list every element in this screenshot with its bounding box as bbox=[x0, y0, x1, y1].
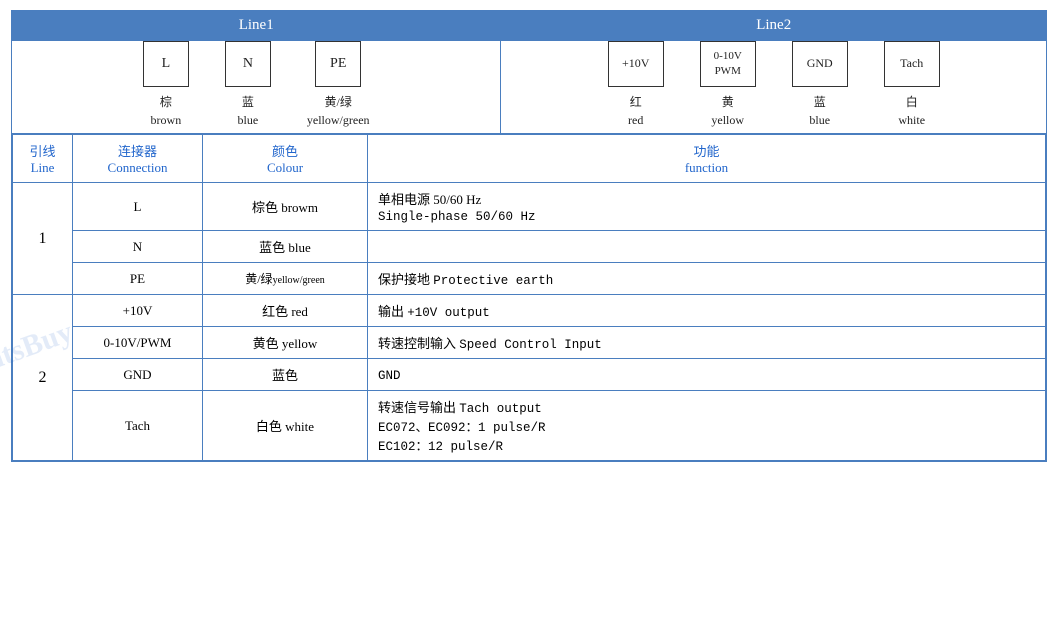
connector-label-10v: 红red bbox=[628, 93, 643, 129]
table-header-row: 引线 Line 连接器 Connection 颜色 Colour bbox=[13, 135, 1046, 183]
col-header-function: 功能 function bbox=[368, 135, 1046, 183]
table-row: PE 黄/绿yellow/green 保护接地 Protective earth bbox=[13, 263, 1046, 295]
table-row: N 蓝色 blue bbox=[13, 231, 1046, 263]
col-header-line: 引线 Line bbox=[13, 135, 73, 183]
line1-diagram: L 棕brown N 蓝blue PE 黄/绿yellow/green bbox=[12, 41, 501, 134]
connector-box-L: L bbox=[143, 41, 189, 87]
conn-PE: PE bbox=[73, 263, 203, 295]
connector-box-N: N bbox=[225, 41, 271, 87]
connector-gnd: GND 蓝blue bbox=[792, 41, 848, 129]
table-row: GND 蓝色 GND bbox=[13, 359, 1046, 391]
color-yellow: 黄色 yellow bbox=[203, 327, 368, 359]
data-section: 引线 Line 连接器 Connection 颜色 Colour bbox=[12, 134, 1047, 462]
connector-label-N: 蓝blue bbox=[238, 93, 259, 129]
line2-diagram: +10V 红red 0-10VPWM 黄yellow GND 蓝blue Tac… bbox=[501, 41, 1047, 134]
connector-box-pwm: 0-10VPWM bbox=[700, 41, 756, 87]
connector-label-pwm: 黄yellow bbox=[711, 93, 744, 129]
col-header-connection: 连接器 Connection bbox=[73, 135, 203, 183]
color-brown: 棕色 browm bbox=[203, 183, 368, 231]
line1-header: Line1 bbox=[12, 11, 501, 41]
connector-PE: PE 黄/绿yellow/green bbox=[307, 41, 370, 129]
color-white: 白色 white bbox=[203, 391, 368, 461]
connector-pwm: 0-10VPWM 黄yellow bbox=[700, 41, 756, 129]
conn-L: L bbox=[73, 183, 203, 231]
connector-box-PE: PE bbox=[315, 41, 361, 87]
func-10v: 输出 +10V output bbox=[368, 295, 1046, 327]
func-L: 单相电源 50/60 Hz Single-phase 50/60 Hz bbox=[368, 183, 1046, 231]
connector-L: L 棕brown bbox=[143, 41, 189, 129]
connector-box-gnd: GND bbox=[792, 41, 848, 87]
color-blue-gnd: 蓝色 bbox=[203, 359, 368, 391]
line-number-1: 1 bbox=[13, 183, 73, 295]
connector-label-L: 棕brown bbox=[151, 93, 182, 129]
connector-box-10v: +10V bbox=[608, 41, 664, 87]
func-PE: 保护接地 Protective earth bbox=[368, 263, 1046, 295]
conn-gnd: GND bbox=[73, 359, 203, 391]
color-yellow-green: 黄/绿yellow/green bbox=[203, 263, 368, 295]
connector-N: N 蓝blue bbox=[225, 41, 271, 129]
connector-label-PE: 黄/绿yellow/green bbox=[307, 93, 370, 129]
color-blue: 蓝色 blue bbox=[203, 231, 368, 263]
connector-10v: +10V 红red bbox=[608, 41, 664, 129]
func-tach: 转速信号输出 Tach output EC072、EC092：1 pulse/R… bbox=[368, 391, 1046, 461]
func-pwm: 转速控制输入 Speed Control Input bbox=[368, 327, 1046, 359]
col-header-colour: 颜色 Colour bbox=[203, 135, 368, 183]
func-N bbox=[368, 231, 1046, 263]
watermark: VentsBuy bbox=[0, 315, 77, 389]
line-number-2: 2 VentsBuy bbox=[13, 295, 73, 461]
func-gnd: GND bbox=[368, 359, 1046, 391]
line2-header: Line2 bbox=[501, 11, 1047, 41]
conn-0-10v: 0-10V/PWM bbox=[73, 327, 203, 359]
connector-tach: Tach 白white bbox=[884, 41, 940, 129]
table-row: 1 L 棕色 browm 单相电源 50/60 Hz Single-phase … bbox=[13, 183, 1046, 231]
connector-label-gnd: 蓝blue bbox=[809, 93, 830, 129]
table-row: 0-10V/PWM 黄色 yellow 转速控制输入 Speed Control… bbox=[13, 327, 1046, 359]
connector-box-tach: Tach bbox=[884, 41, 940, 87]
connector-label-tach: 白white bbox=[898, 93, 925, 129]
conn-N: N bbox=[73, 231, 203, 263]
color-red: 红色 red bbox=[203, 295, 368, 327]
table-row: 2 VentsBuy +10V 红色 red 输出 +10V output bbox=[13, 295, 1046, 327]
conn-tach: Tach bbox=[73, 391, 203, 461]
table-row: Tach 白色 white 转速信号输出 Tach output EC072、E… bbox=[13, 391, 1046, 461]
conn-10v: +10V bbox=[73, 295, 203, 327]
